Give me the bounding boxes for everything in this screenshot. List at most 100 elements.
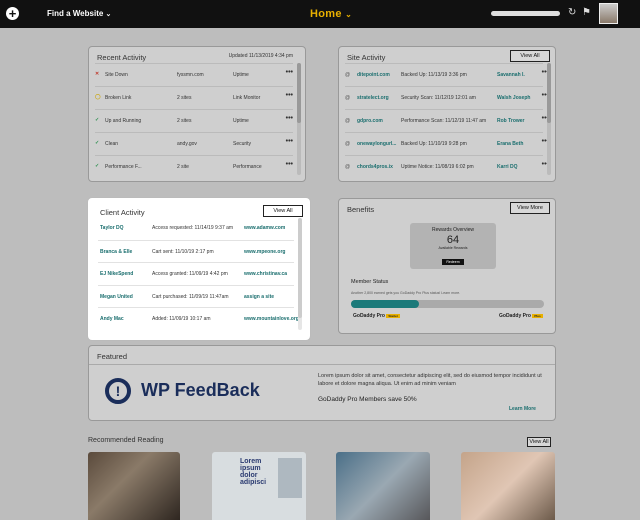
list-item[interactable]: ✓ Performance F... 2 site Performance ••• xyxy=(95,155,293,178)
type-label: Uptime xyxy=(233,72,249,78)
featured-card: Featured ! WP FeedBack Lorem ipsum dolor… xyxy=(88,345,556,421)
check-icon: ✓ xyxy=(95,163,100,169)
find-website-dropdown[interactable]: Find a Website ⌄ xyxy=(47,9,111,18)
member-progress-bar xyxy=(351,300,544,308)
site-link[interactable]: chords4pros.ix xyxy=(357,164,393,170)
search-bar[interactable] xyxy=(491,11,560,16)
site-link[interactable]: www.mountainlove.org xyxy=(244,316,299,322)
site-link[interactable]: www.christinav.ca xyxy=(244,271,287,277)
view-all-button[interactable]: View All xyxy=(510,50,550,62)
check-icon: ✓ xyxy=(95,117,100,123)
view-more-button[interactable]: View More xyxy=(510,202,550,214)
list-item[interactable]: @ onewaylongurl... Backed Up: 11/10/19 9:2… xyxy=(345,132,549,155)
type-label: Link Monitor xyxy=(233,95,261,101)
redeem-button[interactable]: Redeem xyxy=(442,259,464,265)
card-title: Client Activity xyxy=(100,208,145,217)
scrollbar[interactable] xyxy=(298,218,302,330)
action-label: Backed Up: 11/13/19 3:36 pm xyxy=(401,72,467,78)
client-name-link[interactable]: Branca & Elle xyxy=(100,249,132,255)
wp-feedback-logo-icon: ! xyxy=(105,378,131,404)
globe-icon: @ xyxy=(345,72,351,78)
thumbnail-text: Lorem ipsum dolor adipisci xyxy=(240,458,267,486)
learn-more-link[interactable]: Learn More xyxy=(509,406,536,412)
site-link[interactable]: www.mpeone.org xyxy=(244,249,285,255)
x-icon: ✕ xyxy=(95,71,100,77)
action-label: Backed Up: 11/10/19 9:28 pm xyxy=(401,141,467,147)
top-navbar: + Find a Website ⌄ Home ⌄ ↻ ⚑ xyxy=(0,0,640,28)
list-item[interactable]: @ chords4pros.ix Uptime Notice: 11/08/19 6… xyxy=(345,155,549,178)
view-all-button[interactable]: View All xyxy=(527,437,551,447)
refresh-icon[interactable]: ↻ xyxy=(568,7,576,18)
site-link[interactable]: www.adamw.com xyxy=(244,225,285,231)
user-link[interactable]: Karri DQ xyxy=(497,164,518,170)
site-label: 2 sites xyxy=(177,118,192,124)
site-link[interactable]: assign a site xyxy=(244,294,274,300)
find-website-label: Find a Website xyxy=(47,9,104,18)
member-status-label: Member Status xyxy=(351,279,389,285)
site-link[interactable]: ditepoint.com xyxy=(357,72,390,78)
featured-offer: GoDaddy Pro Members save 50% xyxy=(318,396,417,403)
home-label: Home xyxy=(310,8,342,20)
list-item[interactable]: Taylor DQ Access requested: 11/14/19 9:37… xyxy=(98,217,294,240)
more-options-icon[interactable]: ••• xyxy=(286,138,293,145)
more-options-icon[interactable]: ••• xyxy=(286,115,293,122)
client-activity-card: Client Activity View All Taylor DQ Access… xyxy=(88,198,310,340)
list-item[interactable]: Branca & Elle Cart sent: 11/10/19 2:17 pm… xyxy=(98,239,294,263)
list-item[interactable]: @ ditepoint.com Backed Up: 11/13/19 3:36 p… xyxy=(345,63,549,86)
avatar[interactable] xyxy=(599,3,618,24)
tier-left-label: GoDaddy Pro xyxy=(353,313,385,319)
add-icon[interactable]: + xyxy=(6,7,19,20)
view-all-button[interactable]: View All xyxy=(263,205,303,217)
list-item[interactable]: ◯ Broken Link 2 sites Link Monitor ••• xyxy=(95,86,293,109)
globe-icon: @ xyxy=(345,118,351,124)
list-item[interactable]: Andy Mac Added: 11/09/19 10:17 am www.moun… xyxy=(98,307,299,330)
article-thumbnail[interactable] xyxy=(336,452,430,520)
list-item[interactable]: Megan United Cart purchased: 11/09/19 11:… xyxy=(98,284,294,308)
rewards-subtitle: Available Rewards xyxy=(438,246,468,250)
site-activity-list: @ ditepoint.com Backed Up: 11/13/19 3:36 p… xyxy=(345,63,549,178)
more-options-icon[interactable]: ••• xyxy=(286,69,293,76)
scrollbar[interactable] xyxy=(297,63,301,175)
list-item[interactable]: @ stratelect.org Security Scan: 11/12/19 1… xyxy=(345,86,549,109)
user-link[interactable]: Rob Trower xyxy=(497,118,525,124)
bell-icon[interactable]: ⚑ xyxy=(582,7,591,18)
article-thumbnail[interactable]: Lorem ipsum dolor adipisci xyxy=(212,452,306,520)
rewards-value: 64 xyxy=(446,234,460,246)
featured-description: Lorem ipsum dolor sit amet, consectetur … xyxy=(318,373,542,387)
client-name-link[interactable]: Andy Mac xyxy=(100,316,124,322)
type-label: Security xyxy=(233,141,252,147)
tier-plus: GoDaddy Pro Plus xyxy=(499,313,543,319)
user-link[interactable]: Erana Beth xyxy=(497,141,523,147)
article-thumbnail[interactable] xyxy=(88,452,180,520)
user-link[interactable]: Savannah I. xyxy=(497,72,525,78)
more-options-icon[interactable]: ••• xyxy=(286,92,293,99)
list-item[interactable]: @ gdpro.com Performance Scan: 11/12/19 11:… xyxy=(345,109,549,132)
client-name-link[interactable]: Megan United xyxy=(100,294,133,300)
site-link[interactable]: gdpro.com xyxy=(357,118,383,124)
list-item[interactable]: ✕ Site Down fyssmn.com Uptime ••• xyxy=(95,63,293,86)
card-title: Benefits xyxy=(347,205,375,214)
list-item[interactable]: EJ NikeSpend Access granted: 11/09/19 4:4… xyxy=(98,262,294,285)
client-name-link[interactable]: Taylor DQ xyxy=(100,225,124,231)
client-name-link[interactable]: EJ NikeSpend xyxy=(100,271,133,277)
globe-icon: @ xyxy=(345,141,351,147)
list-item[interactable]: ✓ Up and Running 2 sites Uptime ••• xyxy=(95,109,293,132)
home-menu[interactable]: Home ⌄ xyxy=(310,8,352,20)
user-link[interactable]: Walsh Joseph xyxy=(497,95,530,101)
site-link[interactable]: stratelect.org xyxy=(357,95,389,101)
member-status-note: Another 2,800 earned gets you GoDaddy Pr… xyxy=(351,291,461,295)
article-thumbnail[interactable] xyxy=(461,452,555,520)
status-label: Broken Link xyxy=(105,95,132,101)
tier-right-label: GoDaddy Pro xyxy=(499,313,531,319)
scrollbar[interactable] xyxy=(547,63,551,175)
type-label: Performance xyxy=(233,164,262,170)
chevron-down-icon: ⌄ xyxy=(105,11,112,18)
more-options-icon[interactable]: ••• xyxy=(286,161,293,168)
site-link[interactable]: onewaylongurl... xyxy=(357,141,396,147)
list-item[interactable]: ✓ Clean andy.gov Security ••• xyxy=(95,132,293,155)
card-title: Featured xyxy=(97,352,128,361)
action-label: Access requested: 11/14/19 9:37 am xyxy=(152,225,234,231)
status-label: Performance F... xyxy=(105,164,142,170)
site-label: andy.gov xyxy=(177,141,197,147)
recent-activity-list: ✕ Site Down fyssmn.com Uptime ••• ◯ Broken Lin… xyxy=(95,63,293,178)
